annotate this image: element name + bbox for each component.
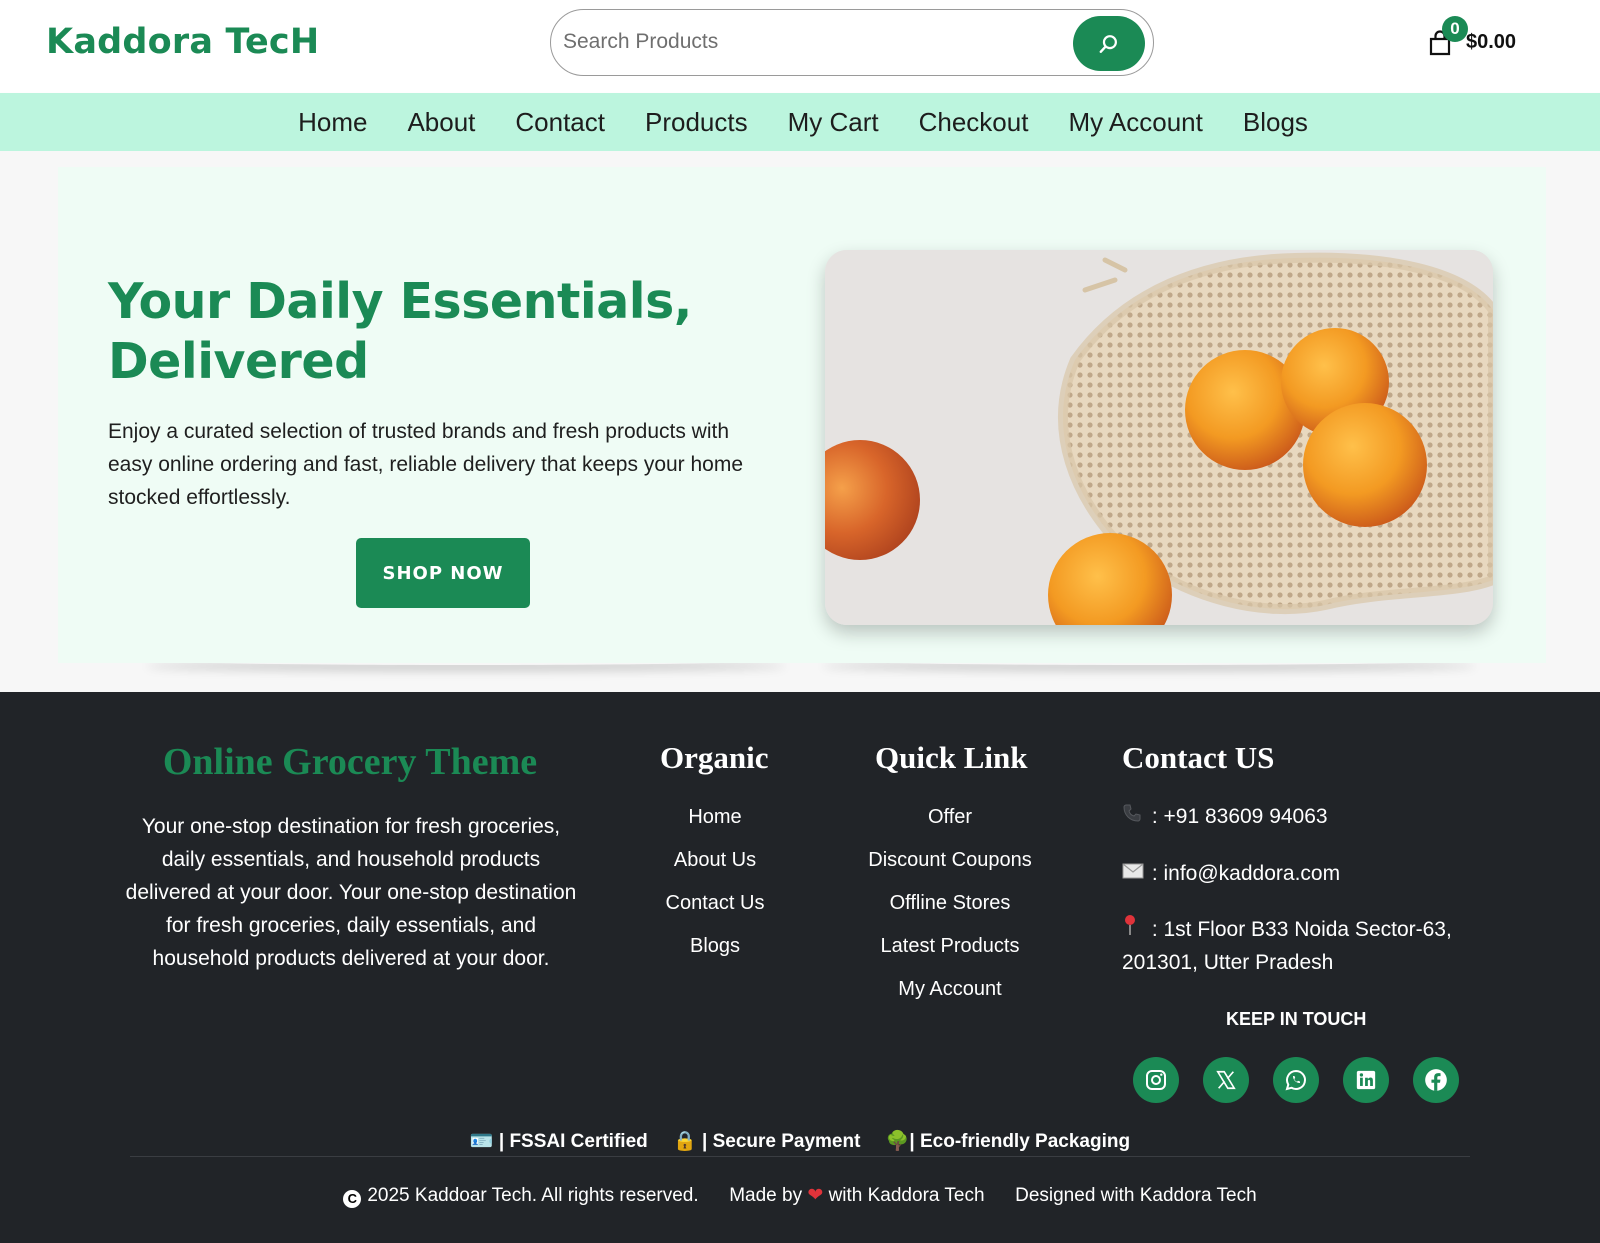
x-icon[interactable] xyxy=(1203,1057,1249,1103)
search-bar xyxy=(550,9,1154,76)
copyright-bar: C 2025 Kaddoar Tech. All rights reserved.… xyxy=(0,1184,1600,1208)
site-header: Kaddora TecH 0 $0.00 xyxy=(0,0,1600,92)
contact-address-line1: : 1st Floor B33 Noida Sector-63, xyxy=(1146,918,1452,941)
whatsapp-icon[interactable] xyxy=(1273,1057,1319,1103)
contact-phone[interactable]: : +91 83609 94063 xyxy=(1122,800,1328,833)
footer-link-my-account[interactable]: My Account xyxy=(840,978,1060,1000)
organic-title: Organic xyxy=(660,740,769,775)
tree-icon: 🌳 xyxy=(885,1131,910,1152)
phone-icon xyxy=(1122,800,1146,833)
nav-products[interactable]: Products xyxy=(625,107,768,138)
search-icon xyxy=(1099,34,1117,53)
id-card-icon: 🪪 xyxy=(469,1131,494,1152)
nav-my-cart[interactable]: My Cart xyxy=(768,107,899,138)
footer-divider xyxy=(130,1156,1470,1157)
shop-now-button[interactable]: SHOP NOW xyxy=(356,538,530,608)
hero-title-line1: Your Daily Essentials, xyxy=(108,273,692,330)
nav-checkout[interactable]: Checkout xyxy=(899,107,1049,138)
copyright-icon: C xyxy=(343,1189,362,1208)
footer-description: Your one-stop destination for fresh groc… xyxy=(125,815,577,970)
footer-link-about-us[interactable]: About Us xyxy=(640,849,790,871)
footer-brand: Online Grocery Theme xyxy=(162,741,538,783)
main-nav: Home About Contact Products My Cart Chec… xyxy=(0,93,1600,151)
nav-contact[interactable]: Contact xyxy=(495,107,625,138)
map-pin-icon xyxy=(1122,913,1146,946)
contact-title: Contact US xyxy=(1122,740,1275,775)
contact-email-text: : info@kaddora.com xyxy=(1146,862,1341,885)
linkedin-icon[interactable] xyxy=(1343,1057,1389,1103)
eco-packaging-badge: 🌳| Eco-friendly Packaging xyxy=(885,1131,1131,1152)
search-button[interactable] xyxy=(1073,16,1145,71)
contact-address: : 1st Floor B33 Noida Sector-63, 201301,… xyxy=(1122,913,1452,979)
contact-email[interactable]: : info@kaddora.com xyxy=(1122,857,1340,890)
social-links xyxy=(1133,1057,1459,1103)
site-footer: Online Grocery Theme Your one-stop desti… xyxy=(0,692,1600,1243)
footer-link-offline-stores[interactable]: Offline Stores xyxy=(840,892,1060,914)
cart-total: $0.00 xyxy=(1466,31,1517,53)
nav-about[interactable]: About xyxy=(387,107,495,138)
footer-link-contact-us[interactable]: Contact Us xyxy=(640,892,790,914)
footer-link-blogs[interactable]: Blogs xyxy=(640,935,790,957)
nav-my-account[interactable]: My Account xyxy=(1048,107,1222,138)
envelope-icon xyxy=(1122,857,1146,890)
trust-badges: 🪪 | FSSAI Certified 🔒 | Secure Payment 🌳… xyxy=(0,1129,1600,1153)
fssai-badge: 🪪 | FSSAI Certified xyxy=(469,1131,648,1152)
facebook-icon[interactable] xyxy=(1413,1057,1459,1103)
designed-with-text: Designed with Kaddora Tech xyxy=(1015,1185,1257,1206)
hero-title-line2: Delivered xyxy=(108,333,369,390)
copyright-text: 2025 Kaddoar Tech. All rights reserved. xyxy=(367,1185,699,1206)
hero-image xyxy=(825,250,1493,625)
hero-title: Your Daily Essentials, Delivered xyxy=(108,272,748,392)
lock-icon: 🔒 xyxy=(673,1131,697,1152)
apricots-in-mesh-bag-image xyxy=(825,250,1493,625)
cart-widget[interactable]: 0 $0.00 xyxy=(1428,16,1528,68)
made-by-text: Made by xyxy=(729,1185,803,1206)
footer-link-latest-products[interactable]: Latest Products xyxy=(840,935,1060,957)
footer-link-offer[interactable]: Offer xyxy=(840,806,1060,828)
hero-description: Enjoy a curated selection of trusted bra… xyxy=(108,420,744,509)
site-logo[interactable]: Kaddora TecH xyxy=(46,22,319,62)
cart-count-badge: 0 xyxy=(1442,16,1468,42)
contact-address-line2: 201301, Utter Pradesh xyxy=(1122,951,1334,974)
heart-icon: ❤ xyxy=(807,1185,824,1206)
secure-payment-badge: 🔒 | Secure Payment xyxy=(673,1131,861,1152)
footer-link-discount-coupons[interactable]: Discount Coupons xyxy=(840,849,1060,871)
instagram-icon[interactable] xyxy=(1133,1057,1179,1103)
search-input[interactable] xyxy=(563,26,1043,58)
organic-links: Home About Us Contact Us Blogs xyxy=(640,806,790,978)
contact-phone-text: : +91 83609 94063 xyxy=(1146,805,1328,828)
quick-links: Offer Discount Coupons Offline Stores La… xyxy=(840,806,1060,1021)
nav-home[interactable]: Home xyxy=(278,107,387,138)
footer-link-home[interactable]: Home xyxy=(640,806,790,828)
nav-blogs[interactable]: Blogs xyxy=(1223,107,1328,138)
quick-link-title: Quick Link xyxy=(875,740,1028,775)
made-by-suffix: with Kaddora Tech xyxy=(828,1185,985,1206)
keep-in-touch-label: KEEP IN TOUCH xyxy=(1226,1009,1367,1029)
